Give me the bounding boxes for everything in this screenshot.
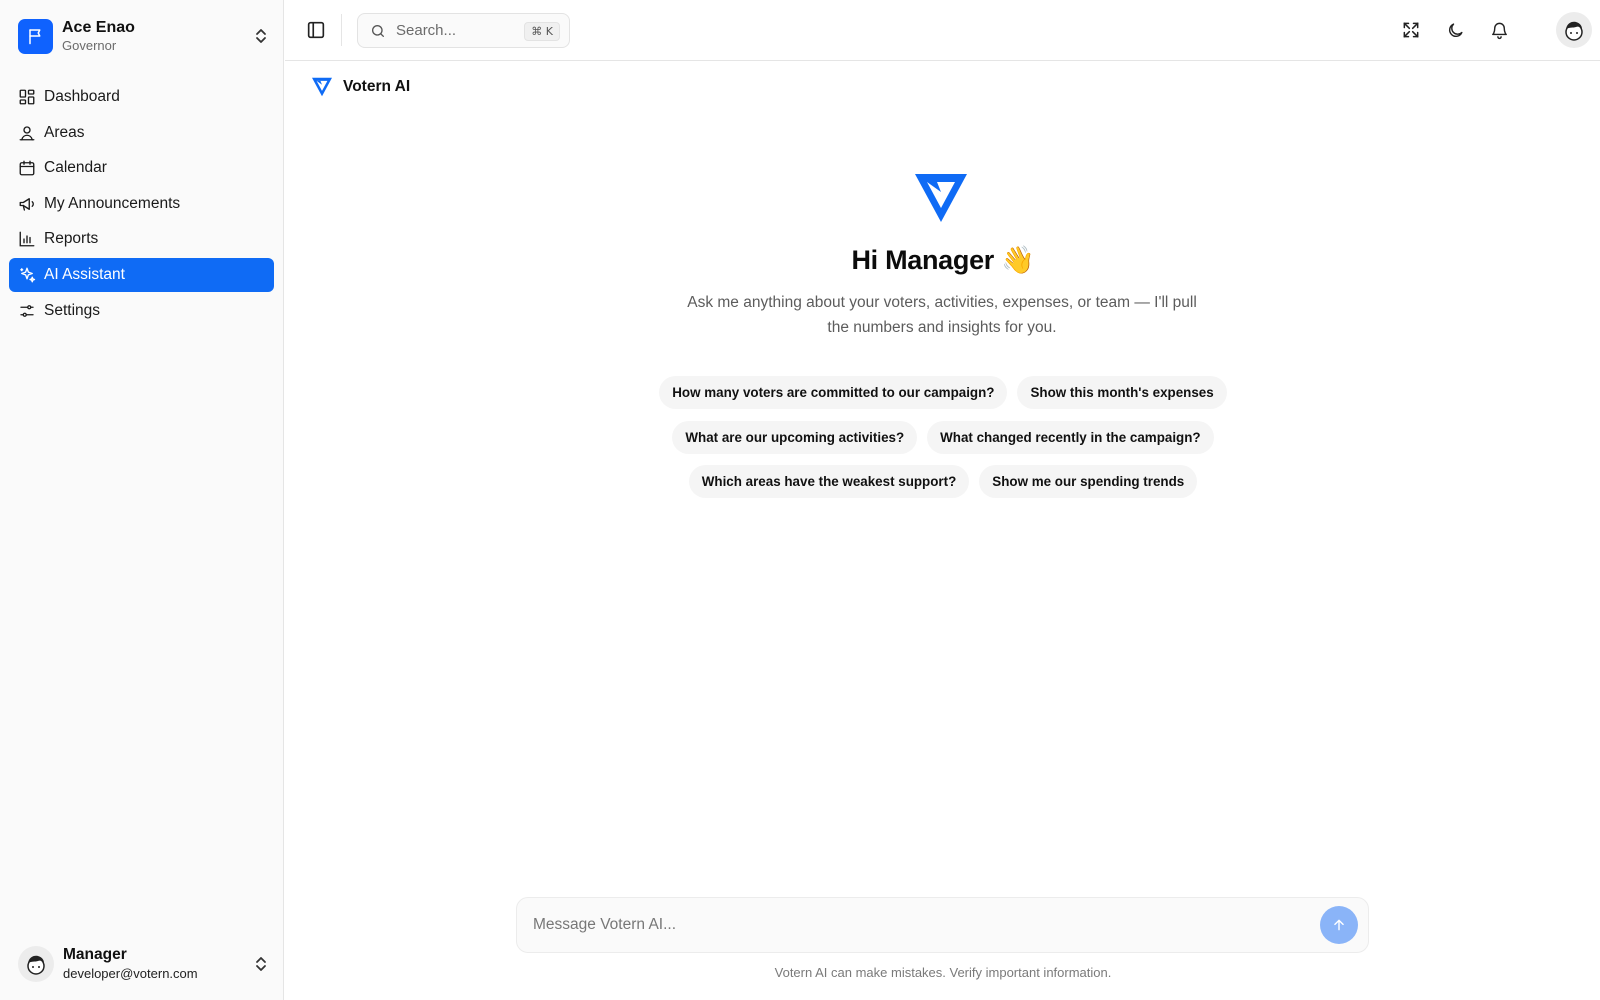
divider	[341, 14, 342, 46]
calendar-icon	[19, 160, 35, 176]
flag-icon	[18, 18, 53, 54]
bar-chart-icon	[19, 231, 35, 247]
search-placeholder: Search...	[396, 22, 457, 39]
sliders-icon	[20, 304, 34, 317]
suggestion-chip[interactable]: Show this month's expenses	[1017, 376, 1227, 409]
sidebar-item-ai-assistant[interactable]: AI Assistant	[9, 257, 274, 292]
theme-toggle-button[interactable]	[1444, 19, 1466, 41]
sidebar-toggle-button[interactable]	[305, 19, 327, 41]
map-pin-icon	[19, 125, 35, 141]
votern-logo-icon	[915, 174, 967, 222]
suggestion-chip[interactable]: What changed recently in the campaign?	[927, 421, 1214, 454]
sidebar-nav: Dashboard Areas Calendar My Announcement…	[9, 80, 274, 329]
suggestion-chip[interactable]: How many voters are committed to our cam…	[659, 376, 1008, 409]
search-shortcut-badge: ⌘ K	[524, 22, 560, 41]
dashboard-icon	[19, 89, 35, 105]
votern-logo-icon	[312, 77, 332, 97]
user-email: developer@votern.com	[63, 966, 198, 981]
sidebar-item-label: Settings	[44, 301, 101, 319]
sidebar-item-label: My Announcements	[44, 194, 181, 212]
sidebar: Ace Enao Governor Dashboard Areas Calend…	[0, 0, 284, 1000]
chevron-up-down-icon	[256, 29, 266, 43]
arrow-up-icon	[1334, 919, 1344, 931]
message-composer	[516, 897, 1369, 953]
org-name: Ace Enao	[62, 19, 135, 36]
sidebar-item-label: Areas	[44, 123, 85, 141]
sidebar-item-calendar[interactable]: Calendar	[9, 151, 274, 185]
profile-avatar-button[interactable]	[1556, 12, 1592, 48]
topbar: Search... ⌘ K	[285, 0, 1600, 61]
avatar	[18, 946, 54, 982]
intro-text: Ask me anything about your voters, activ…	[687, 294, 1197, 336]
suggestion-row: What are our upcoming activities? What c…	[643, 421, 1243, 454]
user-switcher[interactable]: Manager developer@votern.com	[18, 944, 268, 984]
sidebar-item-label: Reports	[44, 230, 99, 248]
panel-left-icon	[307, 21, 325, 39]
sidebar-item-announcements[interactable]: My Announcements	[9, 187, 274, 221]
fullscreen-button[interactable]	[1400, 19, 1422, 41]
greeting-heading: Hi Manager 👋	[851, 245, 1035, 275]
suggestion-chip[interactable]: Show me our spending trends	[979, 465, 1198, 498]
disclaimer-text: Votern AI can make mistakes. Verify impo…	[774, 965, 1112, 980]
megaphone-icon	[19, 197, 34, 211]
sidebar-item-label: Calendar	[44, 159, 107, 177]
send-button[interactable]	[1320, 906, 1358, 944]
expand-icon	[1403, 22, 1419, 38]
chevron-up-down-icon	[256, 957, 266, 971]
sparkles-icon	[20, 267, 36, 283]
suggestion-chip[interactable]: Which areas have the weakest support?	[688, 465, 970, 498]
page-title: Votern AI	[311, 75, 410, 99]
search-icon	[372, 24, 384, 37]
user-avatar-icon	[1565, 21, 1583, 41]
suggestion-chip[interactable]: What are our upcoming activities?	[672, 421, 918, 454]
notifications-button[interactable]	[1488, 19, 1510, 41]
user-name: Manager	[63, 946, 127, 963]
moon-icon	[1448, 22, 1463, 37]
page-title-text: Votern AI	[343, 78, 411, 95]
sidebar-item-dashboard[interactable]: Dashboard	[9, 80, 274, 114]
suggestion-row: How many voters are committed to our cam…	[643, 376, 1243, 409]
org-role: Governor	[62, 38, 117, 53]
org-switcher[interactable]: Ace Enao Governor	[18, 17, 268, 55]
sidebar-item-reports[interactable]: Reports	[9, 222, 274, 256]
sidebar-item-label: Dashboard	[44, 88, 120, 105]
message-input[interactable]	[533, 898, 1293, 952]
suggestion-row: Which areas have the weakest support? Sh…	[643, 465, 1243, 498]
user-avatar-icon	[27, 955, 45, 975]
sidebar-item-areas[interactable]: Areas	[9, 116, 274, 150]
sidebar-item-settings[interactable]: Settings	[9, 294, 274, 328]
bell-icon	[1491, 22, 1507, 39]
search-input[interactable]: Search... ⌘ K	[357, 13, 570, 48]
sidebar-item-label: AI Assistant	[44, 265, 125, 283]
